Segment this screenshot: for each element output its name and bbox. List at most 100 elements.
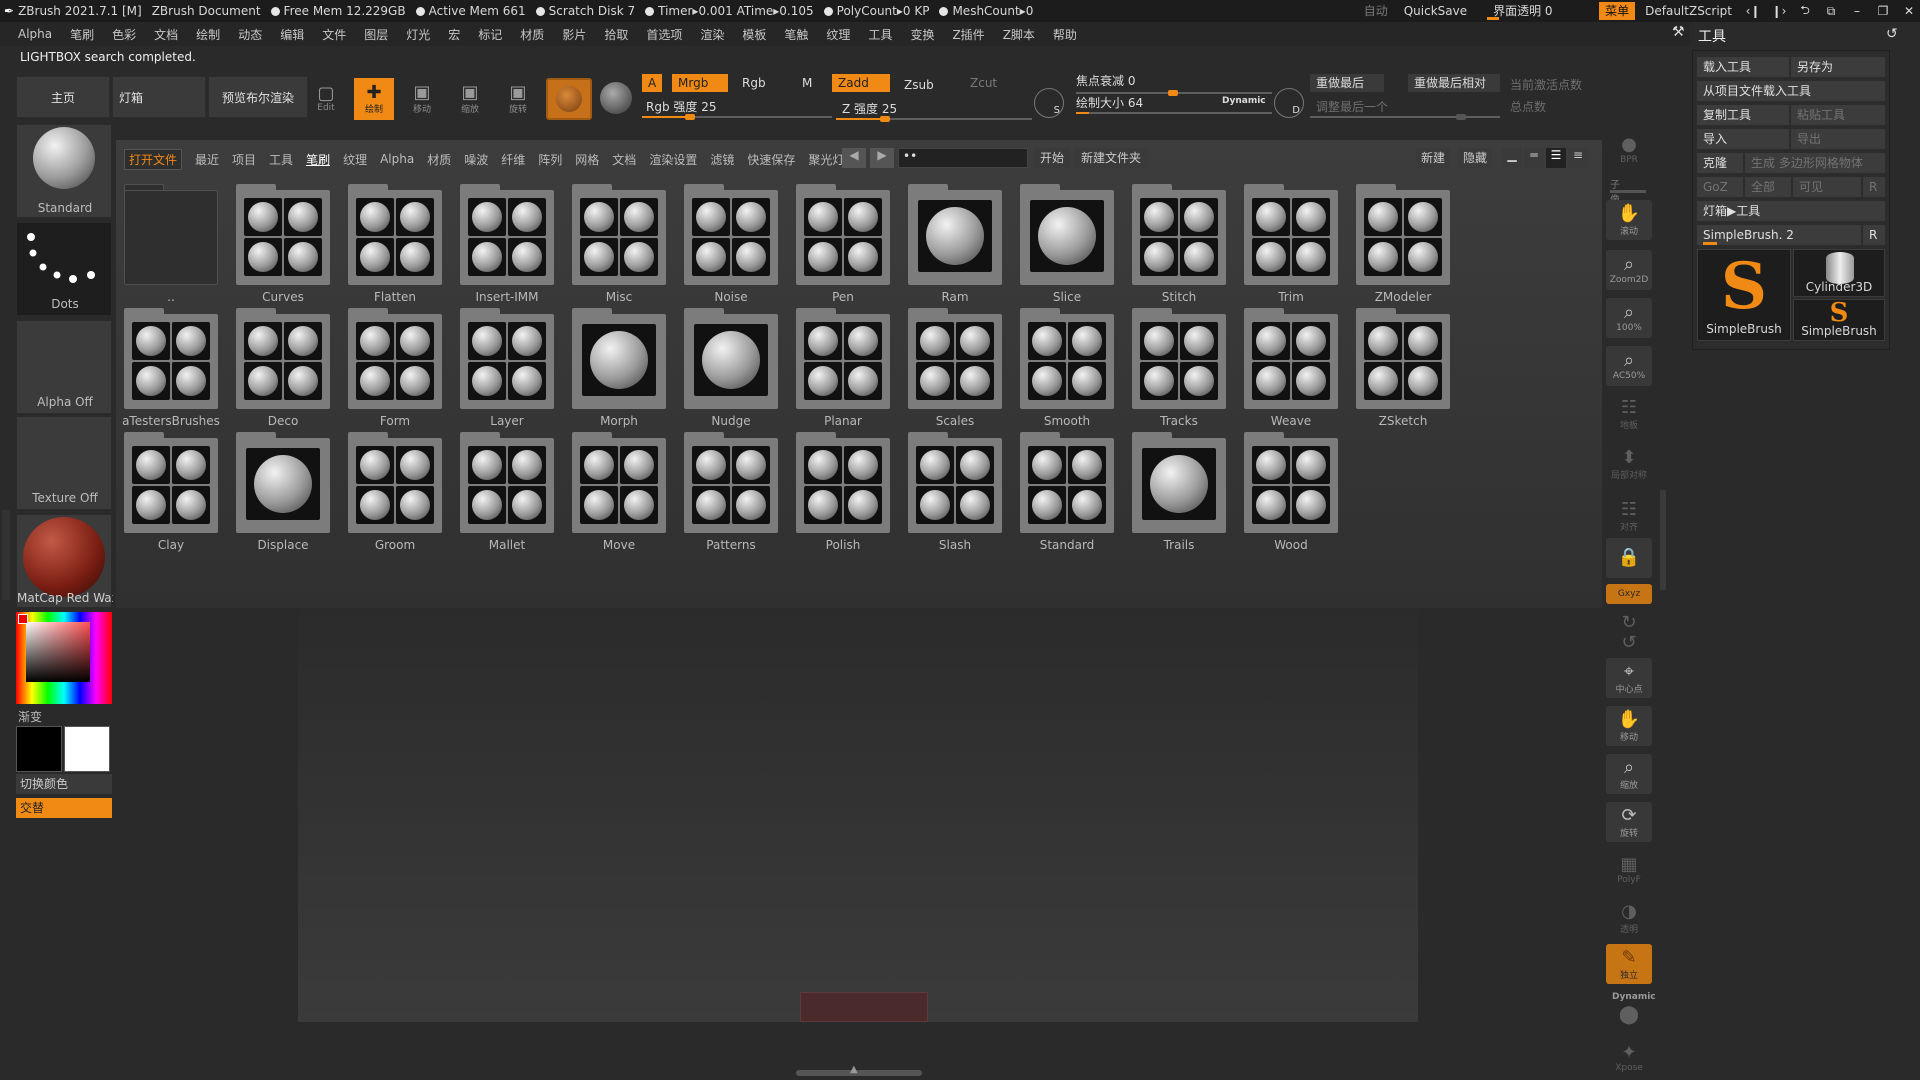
lightbox-nav-item[interactable]: 笔刷 [306, 151, 330, 168]
menu-item[interactable]: 编辑 [280, 26, 304, 43]
menu-item[interactable]: 灯光 [406, 26, 430, 43]
preview-bpr-tab[interactable]: 预览布尔渲染 [208, 76, 308, 118]
scale-view-button[interactable]: ⌕ 缩放 [1606, 754, 1652, 794]
close-icon[interactable]: ✕ [1898, 4, 1920, 18]
brush-folder[interactable]: Polish [796, 432, 890, 552]
menu-item[interactable]: 影片 [562, 26, 586, 43]
stroke-selector[interactable]: Dots [16, 222, 112, 316]
menu-item[interactable]: Alpha [18, 27, 52, 41]
lightbox-nav-item[interactable]: 最近 [195, 151, 219, 168]
current-tool-slider[interactable]: SimpleBrush. 2 [1697, 225, 1861, 245]
export-button[interactable]: 导出 [1791, 129, 1885, 149]
menu-item[interactable]: 文件 [322, 26, 346, 43]
lightbox-nav-item[interactable]: 阵列 [538, 151, 562, 168]
brush-folder[interactable]: Wood [1244, 432, 1338, 552]
adjust-last-slider[interactable] [1310, 114, 1500, 120]
brush-folder[interactable]: Planar [796, 308, 890, 428]
zcut-toggle[interactable]: Zcut [964, 74, 1003, 92]
z-intensity-slider[interactable] [836, 116, 1032, 122]
polyframe-button[interactable]: ▦ PolyF [1606, 850, 1652, 890]
dynamic-toggle[interactable]: Dynamic [1222, 96, 1266, 106]
menu-item[interactable]: Z脚本 [1003, 26, 1035, 43]
brush-folder[interactable]: Deco [236, 308, 330, 428]
menu-item[interactable]: 色彩 [112, 26, 136, 43]
menu-item[interactable]: 工具 [868, 26, 892, 43]
menu-item[interactable]: 宏 [448, 26, 460, 43]
tool-panel-pin-icon[interactable]: ⚒ [1672, 24, 1685, 40]
brush-folder[interactable]: Weave [1244, 308, 1338, 428]
lightbox-nav-item[interactable]: 渲染设置 [649, 151, 697, 168]
bottom-tray-handle[interactable] [796, 1070, 922, 1076]
brush-folder[interactable]: Ram [908, 184, 1002, 304]
rgb-toggle[interactable]: Rgb [736, 74, 772, 92]
menu-item[interactable]: 模板 [742, 26, 766, 43]
lightbox-new-button[interactable]: 新建 [1416, 148, 1450, 168]
menu-item[interactable]: 拾取 [604, 26, 628, 43]
center-point-button[interactable]: ⌖ 中心点 [1606, 658, 1652, 698]
lock-button[interactable]: 🔒 [1606, 538, 1652, 578]
color-picker[interactable] [16, 612, 112, 704]
focal-shift-icon[interactable]: S [1034, 88, 1064, 118]
brush-folder[interactable]: Slice [1020, 184, 1114, 304]
clone-button[interactable]: 克隆 [1697, 153, 1743, 173]
brush-folder[interactable]: Stitch [1132, 184, 1226, 304]
lightbox-nav-item[interactable]: 聚光灯 [808, 151, 844, 168]
floor-button[interactable]: ☷ 地板 [1606, 394, 1652, 434]
tool-thumb-simplebrush-small[interactable]: S SimpleBrush [1793, 298, 1885, 341]
a-toggle[interactable]: A [642, 74, 663, 92]
rotate-view-button[interactable]: ⟳ 旋转 [1606, 802, 1652, 842]
local-symmetry-button[interactable]: ⬍ 局部对称 [1606, 444, 1652, 484]
lightbox-nav-item[interactable]: 滤镜 [710, 151, 734, 168]
brush-folder[interactable]: Scales [908, 308, 1002, 428]
xpose-button[interactable]: ✦ Xpose [1606, 1040, 1652, 1076]
actual-size-button[interactable]: ⌕ 100% [1606, 298, 1652, 338]
lightbox-nav-item[interactable]: 项目 [232, 151, 256, 168]
tool-thumb-simplebrush[interactable]: S SimpleBrush [1697, 249, 1791, 341]
transparency-button[interactable]: ◑ 透明 [1606, 898, 1652, 938]
undo-layout-icon[interactable]: ⮌ [1794, 1, 1816, 22]
brush-folder[interactable]: Nudge [684, 308, 778, 428]
brush-folder[interactable]: Clay [124, 432, 218, 552]
goz-r-button[interactable]: R [1863, 177, 1885, 197]
lightbox-nav-item[interactable]: 快速保存 [747, 151, 795, 168]
scale-button[interactable]: ▣ 缩放 [450, 78, 490, 120]
scroll-button[interactable]: ✋ 滚动 [1606, 200, 1652, 240]
brush-folder[interactable]: Slash [908, 432, 1002, 552]
menu-item[interactable]: 首选项 [646, 26, 682, 43]
brush-selector[interactable]: Standard [16, 124, 112, 218]
draw-size-slider[interactable] [1076, 112, 1272, 114]
lightbox-nav-item[interactable]: Alpha [380, 152, 414, 166]
alpha-selector[interactable]: Alpha Off [16, 320, 112, 414]
lightbox-tab[interactable]: 灯箱 [112, 76, 206, 118]
brush-folder[interactable]: Noise [684, 184, 778, 304]
quicksave-button[interactable]: QuickSave [1398, 2, 1473, 20]
view-small-icon[interactable]: ▁ [1502, 148, 1522, 168]
load-from-project-button[interactable]: 从项目文件载入工具 [1697, 81, 1885, 101]
gradient-toggle[interactable]: 渐变 [18, 708, 42, 725]
menu-item[interactable]: 帮助 [1053, 26, 1077, 43]
bpr-button[interactable]: ● BPR [1606, 132, 1652, 168]
lightbox-nav-item[interactable]: 纤维 [501, 151, 525, 168]
brush-folder[interactable]: Smooth [1020, 308, 1114, 428]
lightbox-hide-button[interactable]: 隐藏 [1458, 148, 1492, 168]
layout-prev-icon[interactable]: ‹❙ [1742, 4, 1764, 18]
document-canvas[interactable] [298, 608, 1418, 1022]
home-tab[interactable]: 主页 [16, 76, 110, 118]
brush-folder[interactable]: Trim [1244, 184, 1338, 304]
brush-folder[interactable]: ZSketch [1356, 308, 1450, 428]
redo-last-button[interactable]: 重做最后 [1310, 74, 1384, 92]
expand-tray-icon[interactable]: ▲ [850, 1064, 858, 1075]
menu-item[interactable]: 动态 [238, 26, 262, 43]
brush-folder[interactable]: Misc [572, 184, 666, 304]
align-button[interactable]: ☷ 对齐 [1606, 496, 1652, 536]
brush-folder[interactable]: Morph [572, 308, 666, 428]
menu-item[interactable]: 绘制 [196, 26, 220, 43]
goz-visible-button[interactable]: 可见 [1793, 177, 1861, 197]
material-selector[interactable]: MatCap Red Wax [16, 514, 113, 608]
lightbox-nav-item[interactable]: 文档 [612, 151, 636, 168]
load-tool-button[interactable]: 载入工具 [1697, 57, 1789, 77]
switch-color-button[interactable]: 切换颜色 [16, 774, 112, 794]
half-size-button[interactable]: ⌕ AC50% [1606, 346, 1652, 386]
color-mode-sphere-icon[interactable] [600, 82, 632, 114]
save-as-button[interactable]: 另存为 [1791, 57, 1885, 77]
